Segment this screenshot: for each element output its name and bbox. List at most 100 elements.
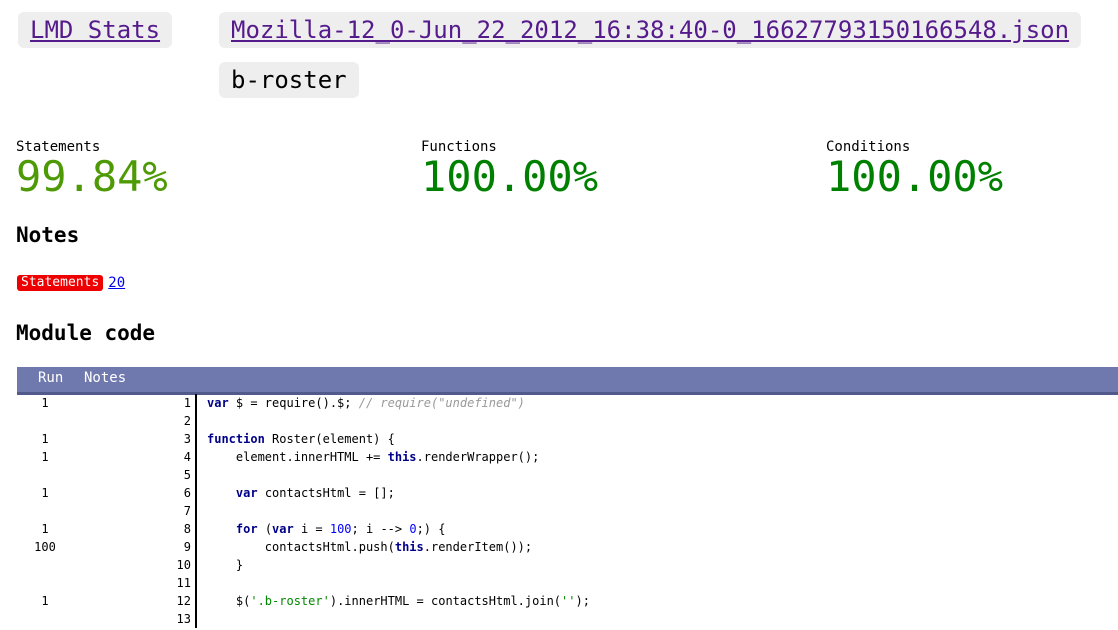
code-token: contactsHtml.push( bbox=[207, 540, 395, 554]
line-number: 13 bbox=[176, 612, 191, 626]
code-token: var bbox=[235, 486, 258, 500]
breadcrumb-file: Mozilla-12_0-Jun_22_2012_16:38:40-0_1662… bbox=[219, 12, 1082, 48]
gutter-divider bbox=[195, 484, 197, 502]
run-count: 1 bbox=[41, 432, 49, 446]
line-number: 5 bbox=[183, 468, 191, 482]
code-token: ); bbox=[575, 594, 590, 608]
code-text: element.innerHTML += this.renderWrapper(… bbox=[207, 448, 539, 466]
code-text: } bbox=[207, 556, 243, 574]
code-token: // require("undefined") bbox=[358, 396, 525, 410]
gutter-divider bbox=[195, 610, 197, 628]
gutter-divider bbox=[195, 538, 197, 556]
code-token: ; i --> bbox=[351, 522, 410, 536]
code-text: for (var i = 100; i --> 0;) { bbox=[207, 520, 446, 538]
gutter-divider bbox=[195, 430, 197, 448]
home-link[interactable]: LMD Stats bbox=[30, 16, 160, 44]
code-text: var $ = require().$; // require("undefin… bbox=[207, 394, 525, 412]
code-token: contactsHtml = []; bbox=[257, 486, 395, 500]
code-text: function Roster(element) { bbox=[207, 430, 395, 448]
code-token: var bbox=[207, 396, 229, 410]
code-token: 100 bbox=[329, 522, 352, 536]
code-text: $('.b-roster').innerHTML = contactsHtml.… bbox=[207, 592, 590, 610]
code-line: 1 1 var $ = require().$; // require("undef… bbox=[17, 394, 1118, 412]
line-number: 10 bbox=[176, 558, 191, 572]
run-count: 1 bbox=[41, 522, 49, 536]
code-token: } bbox=[207, 558, 244, 572]
gutter-divider bbox=[195, 520, 197, 538]
metric-functions: Functions 100.00% bbox=[421, 139, 598, 200]
metric-statements: Statements 99.84% bbox=[16, 139, 168, 200]
gutter-divider bbox=[195, 448, 197, 466]
code-token: function bbox=[207, 432, 265, 446]
column-header-run: Run bbox=[38, 370, 64, 386]
gutter-divider bbox=[195, 502, 197, 520]
breadcrumb-module: b-roster bbox=[219, 62, 359, 98]
file-link[interactable]: Mozilla-12_0-Jun_22_2012_16:38:40-0_1662… bbox=[231, 16, 1069, 44]
line-number: 7 bbox=[183, 504, 191, 518]
code-token: element.innerHTML += bbox=[207, 450, 388, 464]
column-header-notes: Notes bbox=[84, 370, 127, 386]
metric-value: 99.84% bbox=[16, 152, 168, 201]
code-token: this bbox=[387, 450, 417, 464]
code-line: 10 } bbox=[17, 556, 1118, 574]
metric-value: 100.00% bbox=[421, 152, 599, 201]
code-token: 0 bbox=[409, 522, 417, 536]
code-line: 11 bbox=[17, 574, 1118, 592]
run-count: 1 bbox=[41, 396, 49, 410]
line-number: 8 bbox=[183, 522, 191, 536]
code-token: i = bbox=[293, 522, 330, 536]
line-number: 6 bbox=[183, 486, 191, 500]
code-token: for bbox=[235, 522, 258, 536]
note-line-link[interactable]: 20 bbox=[108, 275, 125, 291]
code-line: 5 bbox=[17, 466, 1118, 484]
code-token: .renderItem()); bbox=[423, 540, 533, 554]
notes-row: Statements 20 bbox=[17, 272, 125, 291]
code-line: 7 bbox=[17, 502, 1118, 520]
module-code-heading: Module code bbox=[16, 321, 156, 345]
code-token: '' bbox=[561, 594, 576, 608]
code-text: contactsHtml.push(this.renderItem()); bbox=[207, 538, 532, 556]
gutter-divider bbox=[195, 574, 197, 592]
metric-value: 100.00% bbox=[826, 152, 1004, 201]
code-token: .renderWrapper(); bbox=[416, 450, 540, 464]
code-token: $( bbox=[207, 594, 251, 608]
notes-heading: Notes bbox=[16, 223, 80, 247]
code-line: 1 8 for (var i = 100; i --> 0;) { bbox=[17, 520, 1118, 538]
run-count: 1 bbox=[41, 486, 49, 500]
code-line: 1 6 var contactsHtml = []; bbox=[17, 484, 1118, 502]
run-count: 1 bbox=[41, 450, 49, 464]
code-token: Roster(element) { bbox=[264, 432, 395, 446]
line-number: 1 bbox=[183, 396, 191, 410]
line-number: 4 bbox=[183, 450, 191, 464]
run-count: 100 bbox=[34, 540, 56, 554]
code-token: ;) { bbox=[416, 522, 446, 536]
line-number: 2 bbox=[183, 414, 191, 428]
gutter-divider bbox=[195, 592, 197, 610]
gutter-divider bbox=[195, 412, 197, 430]
line-number: 11 bbox=[176, 576, 191, 590]
gutter-divider bbox=[195, 556, 197, 574]
code-token: $ = require().$; bbox=[228, 396, 359, 410]
code-table-header: Run Notes bbox=[17, 367, 1118, 395]
metric-conditions: Conditions 100.00% bbox=[826, 139, 1003, 200]
code-line: 100 9 contactsHtml.push(this.renderItem()… bbox=[17, 538, 1118, 556]
code-token: '.b-roster' bbox=[250, 594, 330, 608]
breadcrumb-home: LMD Stats bbox=[18, 12, 173, 48]
line-number: 12 bbox=[176, 594, 191, 608]
run-count: 1 bbox=[41, 594, 49, 608]
code-table-body: 1 1 var $ = require().$; // require("undef… bbox=[17, 394, 1118, 628]
code-text: var contactsHtml = []; bbox=[207, 484, 395, 502]
code-line: 1 4 element.innerHTML += this.renderWrapp… bbox=[17, 448, 1118, 466]
gutter-divider bbox=[195, 394, 197, 412]
code-line: 13 bbox=[17, 610, 1118, 628]
code-token: ).innerHTML = contactsHtml.join( bbox=[329, 594, 562, 608]
code-token: var bbox=[272, 522, 294, 536]
code-line: 2 bbox=[17, 412, 1118, 430]
gutter-divider bbox=[195, 466, 197, 484]
code-token: ( bbox=[257, 522, 273, 536]
line-number: 3 bbox=[183, 432, 191, 446]
line-number: 9 bbox=[183, 540, 191, 554]
code-line: 1 3 function Roster(element) { bbox=[17, 430, 1118, 448]
